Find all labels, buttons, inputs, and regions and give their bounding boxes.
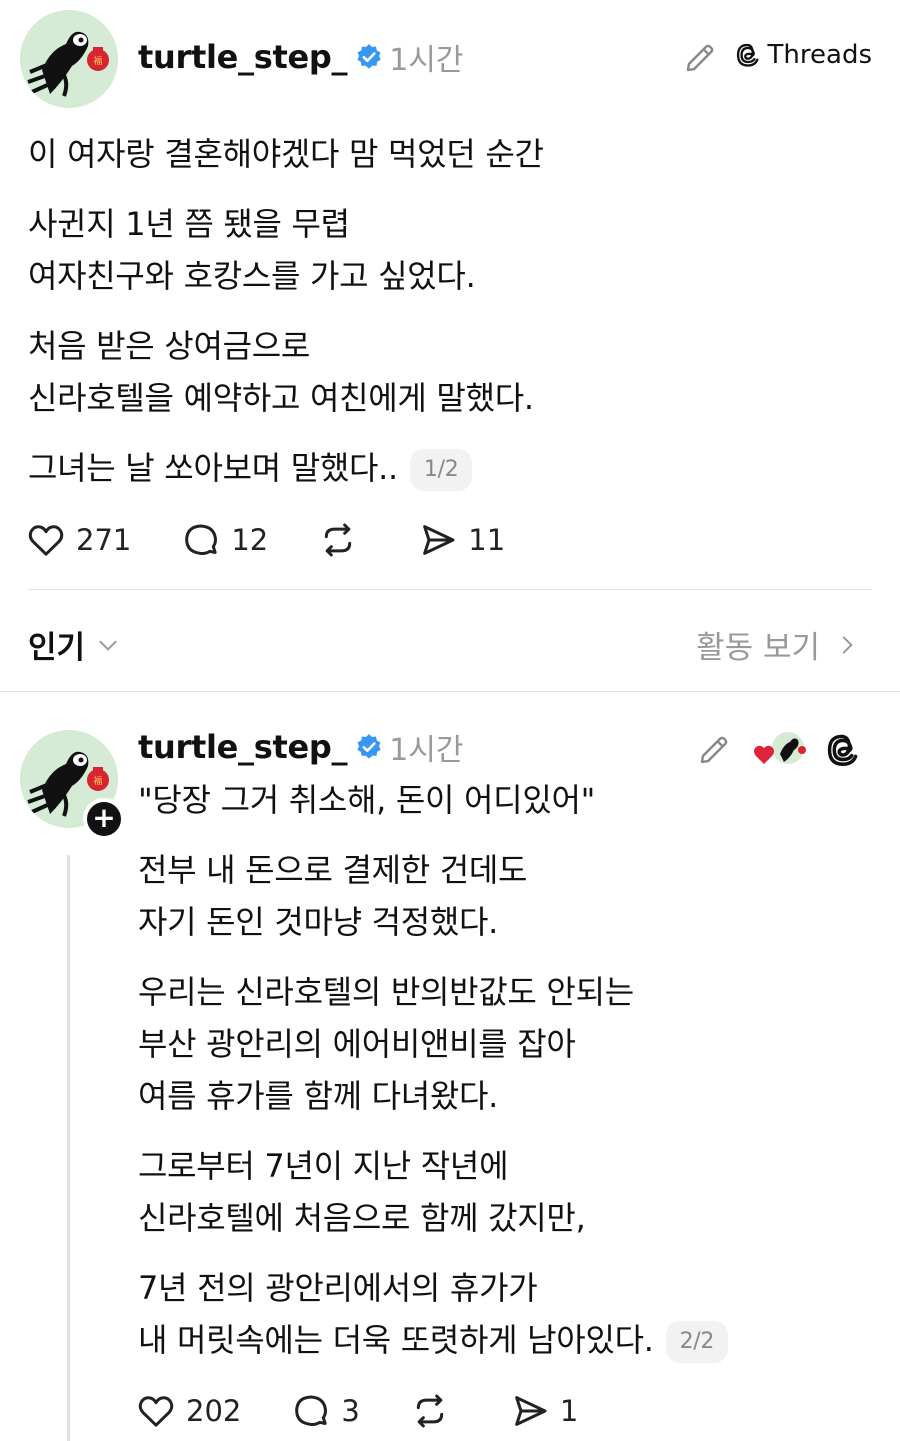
page-indicator: 1/2 — [409, 449, 473, 491]
post-header: turtle_step_ 1시간 — [138, 724, 463, 770]
heart-icon — [28, 525, 64, 556]
post-body: "당장 그거 취소해, 돈이 어디있어" 전부 내 돈으로 결제한 건데도 자기… — [138, 774, 878, 1384]
page-indicator: 2/2 — [665, 1321, 729, 1363]
post-body: 이 여자랑 결혼해야겠다 맘 먹었던 순간 사귄지 1년 쯤 됐을 무렵 여자친… — [28, 128, 868, 512]
post-paragraph: 그녀는 날 쏘아보며 말했다.. — [28, 449, 398, 487]
post-paragraph: "당장 그거 취소해, 돈이 어디있어" — [138, 781, 596, 819]
activity-label: 활동 보기 — [696, 630, 820, 666]
post-paragraph: 그로부터 7년이 지난 작년에 신라호텔에 처음으로 함께 갔지만, — [138, 1147, 586, 1237]
action-bar: 271 12 11 — [26, 515, 555, 565]
liked-by-author-icon — [754, 732, 806, 764]
comment-icon — [185, 524, 218, 555]
repost-icon — [325, 523, 352, 557]
sort-bar: 인기 활동 보기 — [0, 590, 900, 692]
svg-text:福: 福 — [93, 55, 102, 67]
follow-plus-button[interactable]: + — [83, 798, 125, 840]
post-header: turtle_step_ 1시간 — [138, 34, 463, 80]
post-actions-right — [696, 730, 862, 770]
post-paragraph-last: 7년 전의 광안리에서의 휴가가 내 머릿속에는 더욱 또렷하게 남아있다. 2/… — [138, 1262, 878, 1366]
sort-dropdown[interactable]: 인기 — [28, 622, 121, 667]
post-1: 福 turtle_step_ 1시간 Threads 이 여자랑 결혼해야겠다 … — [0, 0, 900, 590]
pencil-icon[interactable] — [696, 732, 732, 768]
share-button[interactable]: 11 — [418, 520, 505, 560]
repost-icon — [416, 1394, 443, 1428]
post-paragraph: 7년 전의 광안리에서의 휴가가 내 머릿속에는 더욱 또렷하게 남아있다. — [138, 1269, 654, 1359]
like-count: 271 — [76, 523, 132, 557]
action-bar: 202 3 1 — [136, 1386, 628, 1436]
post-paragraph-last: 그녀는 날 쏘아보며 말했다.. 1/2 — [28, 442, 868, 494]
chevron-right-icon — [842, 635, 853, 654]
threads-badge[interactable]: Threads — [734, 40, 872, 70]
post-time: 1시간 — [389, 733, 464, 768]
like-count: 202 — [186, 1394, 242, 1428]
verified-icon — [357, 44, 381, 69]
comment-icon — [295, 1395, 328, 1426]
verified-icon — [357, 734, 381, 759]
like-button[interactable]: 202 — [136, 1391, 241, 1431]
post-2: 福 + turtle_step_ 1시간 "당장 그거 취소해, 돈이 어디있어… — [0, 700, 900, 1441]
send-icon — [423, 525, 455, 555]
like-button[interactable]: 271 — [26, 520, 131, 560]
post-paragraph: 전부 내 돈으로 결제한 건데도 자기 돈인 것마냥 걱정했다. — [138, 851, 528, 941]
svg-text:福: 福 — [93, 775, 102, 787]
comment-count: 3 — [341, 1394, 360, 1428]
threads-label: Threads — [767, 40, 872, 70]
pencil-icon[interactable] — [682, 40, 718, 76]
send-icon — [514, 1396, 547, 1426]
post-time: 1시간 — [389, 43, 464, 78]
share-button[interactable]: 1 — [510, 1391, 578, 1431]
heart-icon — [138, 1396, 174, 1427]
post-paragraph: 이 여자랑 결혼해야겠다 맘 먹었던 순간 — [28, 135, 544, 173]
chevron-down-icon — [99, 640, 117, 651]
repost-button[interactable] — [410, 1391, 460, 1431]
post-paragraph: 우리는 신라호텔의 반의반값도 안되는 부산 광안리의 에어비앤비를 잡아 여름… — [138, 973, 634, 1115]
comment-button[interactable]: 3 — [291, 1391, 360, 1431]
share-count: 1 — [559, 1394, 579, 1428]
threads-logo-icon — [736, 43, 759, 67]
username[interactable]: turtle_step_ — [138, 728, 347, 766]
avatar[interactable]: 福 — [20, 10, 118, 108]
comment-button[interactable]: 12 — [181, 520, 268, 560]
post-paragraph: 처음 받은 상여금으로 신라호텔을 예약하고 여친에게 말했다. — [28, 327, 534, 417]
username[interactable]: turtle_step_ — [138, 38, 347, 76]
thread-connector-line — [67, 855, 70, 1441]
view-activity-link[interactable]: 활동 보기 — [696, 622, 860, 667]
threads-logo-icon[interactable] — [824, 731, 862, 769]
sort-label: 인기 — [28, 630, 86, 666]
comment-count: 12 — [231, 523, 269, 557]
share-count: 11 — [468, 523, 506, 557]
divider — [0, 691, 900, 692]
post-paragraph: 사귄지 1년 쯤 됐을 무렵 여자친구와 호캉스를 가고 싶었다. — [28, 205, 476, 295]
repost-button[interactable] — [318, 520, 368, 560]
